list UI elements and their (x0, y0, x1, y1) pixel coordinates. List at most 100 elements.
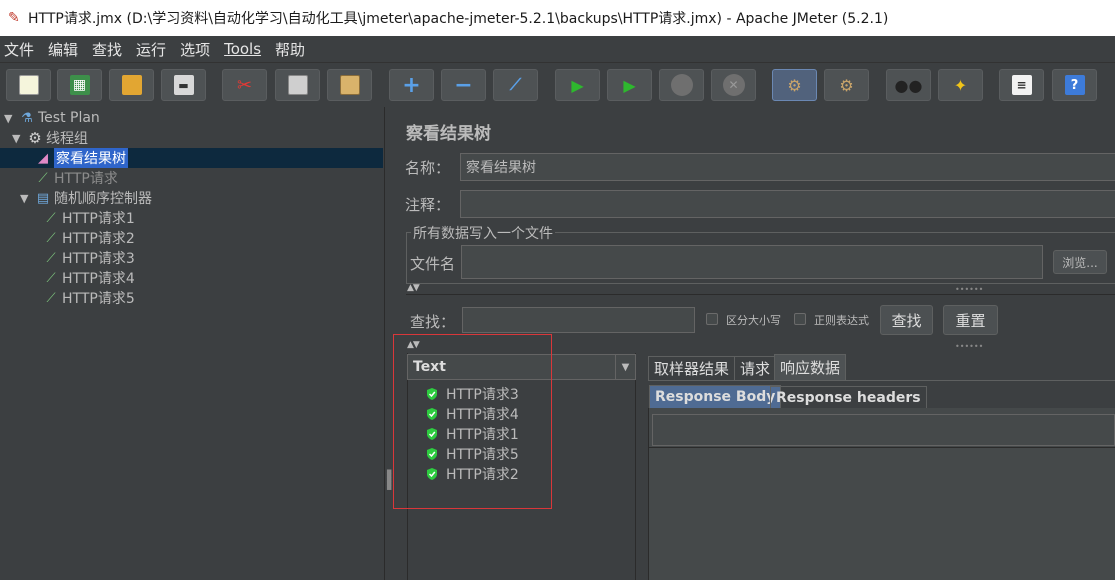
name-field[interactable]: 察看结果树 (460, 153, 1115, 181)
open-button[interactable] (109, 69, 154, 101)
comment-field[interactable] (460, 190, 1115, 218)
cut-button[interactable]: ✂ (222, 69, 267, 101)
collapse-icon: − (454, 72, 473, 98)
menu-run[interactable]: 运行 (136, 39, 166, 60)
menu-search[interactable]: 查找 (92, 39, 122, 60)
menu-file[interactable]: 文件 (4, 39, 34, 60)
start-no-pause-button[interactable]: ▶ (607, 69, 652, 101)
result-label: HTTP请求3 (446, 387, 519, 403)
reset-search-icon: ✦ (953, 75, 968, 95)
search-button[interactable]: ●● (886, 69, 931, 101)
comment-label: 注释： (405, 196, 451, 214)
tree-item-random-order-controller[interactable]: ▼ ▤ 随机顺序控制器 (20, 188, 152, 208)
test-plan-icon: ⚗ (21, 110, 33, 126)
toolbar: ▦ ▬ ✂ + − ⟋ ▶ ▶ ✕ ⚙ ⚙ ●● ✦ ≡ ? (0, 63, 1115, 107)
filename-field[interactable] (461, 245, 1043, 279)
tab-response-headers[interactable]: Response headers (770, 386, 927, 408)
templates-icon: ▦ (69, 75, 90, 95)
function-helper-icon: ≡ (1011, 75, 1032, 95)
stop-button[interactable] (659, 69, 704, 101)
result-label: HTTP请求5 (446, 447, 519, 463)
tab-sampler-result[interactable]: 取样器结果 (648, 356, 736, 380)
tab-response-body[interactable]: Response Body (649, 385, 782, 408)
pipette-icon: ⟋ (46, 290, 56, 306)
toggle-icon: ⟋ (509, 75, 522, 94)
renderer-select[interactable]: Text ▼ (407, 354, 636, 380)
divider (648, 380, 1115, 381)
result-item[interactable]: HTTP请求5 (425, 444, 519, 464)
response-text-field[interactable] (652, 414, 1115, 446)
new-button[interactable] (6, 69, 51, 101)
search-icon: ●● (894, 75, 923, 95)
splitter-dots[interactable]: •••••• (955, 285, 983, 294)
copy-icon (287, 75, 308, 95)
tree-item-test-plan[interactable]: ▼ ⚗ Test Plan (4, 108, 100, 128)
tree-item-http-request-1[interactable]: ⟋ HTTP请求1 (42, 208, 134, 228)
collapse-button[interactable]: − (441, 69, 486, 101)
window-title: HTTP请求.jmx (D:\学习资料\自动化学习\自动化工具\jmeter\a… (28, 11, 889, 27)
tree-item-http-request-2[interactable]: ⟋ HTTP请求2 (42, 228, 134, 248)
paste-button[interactable] (327, 69, 372, 101)
function-helper-button[interactable]: ≡ (999, 69, 1044, 101)
result-item[interactable]: HTTP请求1 (425, 424, 519, 444)
clear-button[interactable]: ⚙ (772, 69, 817, 101)
toggle-button[interactable]: ⟋ (493, 69, 538, 101)
menu-tools[interactable]: Tools (224, 40, 261, 58)
tree-item-http-request[interactable]: ⟋ HTTP请求 (34, 168, 117, 188)
case-sensitive-checkbox[interactable] (706, 313, 718, 325)
menu-edit[interactable]: 编辑 (48, 39, 78, 60)
name-label: 名称： (405, 159, 451, 177)
fieldset-legend: 所有数据写入一个文件 (411, 223, 555, 243)
renderer-value: Text (413, 359, 446, 375)
expand-triangle-icon[interactable]: ▼ (20, 192, 34, 205)
filename-label: 文件名 (410, 255, 456, 273)
clear-all-button[interactable]: ⚙ (824, 69, 869, 101)
menu-help[interactable]: 帮助 (275, 39, 305, 60)
jmeter-feather-icon: ✎ (8, 10, 20, 26)
title-bar: ✎ HTTP请求.jmx (D:\学习资料\自动化学习\自动化工具\jmeter… (0, 0, 1115, 36)
tree-item-http-request-3[interactable]: ⟋ HTTP请求3 (42, 248, 134, 268)
success-shield-icon (427, 448, 437, 460)
clear-all-icon: ⚙ (839, 75, 854, 95)
tree-item-thread-group[interactable]: ▼ ⚙ 线程组 (12, 128, 88, 148)
tab-response-data[interactable]: 响应数据 (774, 354, 847, 380)
start-button[interactable]: ▶ (555, 69, 600, 101)
copy-button[interactable] (275, 69, 320, 101)
save-button[interactable]: ▬ (161, 69, 206, 101)
result-item[interactable]: HTTP请求3 (425, 384, 519, 404)
clear-icon: ⚙ (787, 75, 802, 95)
help-button[interactable]: ? (1052, 69, 1097, 101)
tree-item-http-request-4[interactable]: ⟋ HTTP请求4 (42, 268, 134, 288)
collapse-arrows-icon[interactable]: ▲▼ (407, 340, 420, 350)
result-label: HTTP请求4 (446, 407, 519, 423)
result-item[interactable]: HTTP请求4 (425, 404, 519, 424)
reset-search-button[interactable]: ✦ (938, 69, 983, 101)
open-icon (121, 75, 142, 95)
pipette-icon: ⟋ (38, 170, 48, 186)
browse-button[interactable]: 浏览... (1053, 250, 1107, 274)
expand-button[interactable]: + (389, 69, 434, 101)
result-item[interactable]: HTTP请求2 (425, 464, 519, 484)
menu-options[interactable]: 选项 (180, 39, 210, 60)
reset-button[interactable]: 重置 (943, 305, 998, 335)
search-label: 查找： (410, 313, 456, 331)
shutdown-button[interactable]: ✕ (711, 69, 756, 101)
tree-item-http-request-5[interactable]: ⟋ HTTP请求5 (42, 288, 134, 308)
test-plan-tree: ▼ ⚗ Test Plan ▼ ⚙ 线程组 ◢ 察看结果树 ⟋ HTTP请求 ▼… (0, 107, 385, 580)
dropdown-arrow-icon[interactable]: ▼ (615, 355, 635, 379)
tab-request[interactable]: 请求 (734, 356, 777, 380)
search-input[interactable] (462, 307, 695, 333)
find-button[interactable]: 查找 (880, 305, 933, 335)
paste-icon (339, 75, 360, 95)
splitter-handle[interactable]: ▪ ▪ ▪ ▪ ▪ (386, 468, 392, 500)
regex-checkbox[interactable] (794, 313, 806, 325)
page-title: 察看结果树 (406, 124, 491, 144)
divider (406, 294, 1115, 295)
splitter-dots[interactable]: •••••• (955, 342, 983, 351)
expand-triangle-icon[interactable]: ▼ (12, 132, 26, 145)
collapse-arrows-icon[interactable]: ▲▼ (407, 283, 420, 293)
expand-triangle-icon[interactable]: ▼ (4, 112, 18, 125)
result-label: HTTP请求2 (446, 467, 519, 483)
tree-item-view-results-tree[interactable]: ◢ 察看结果树 (34, 148, 128, 168)
templates-button[interactable]: ▦ (57, 69, 102, 101)
